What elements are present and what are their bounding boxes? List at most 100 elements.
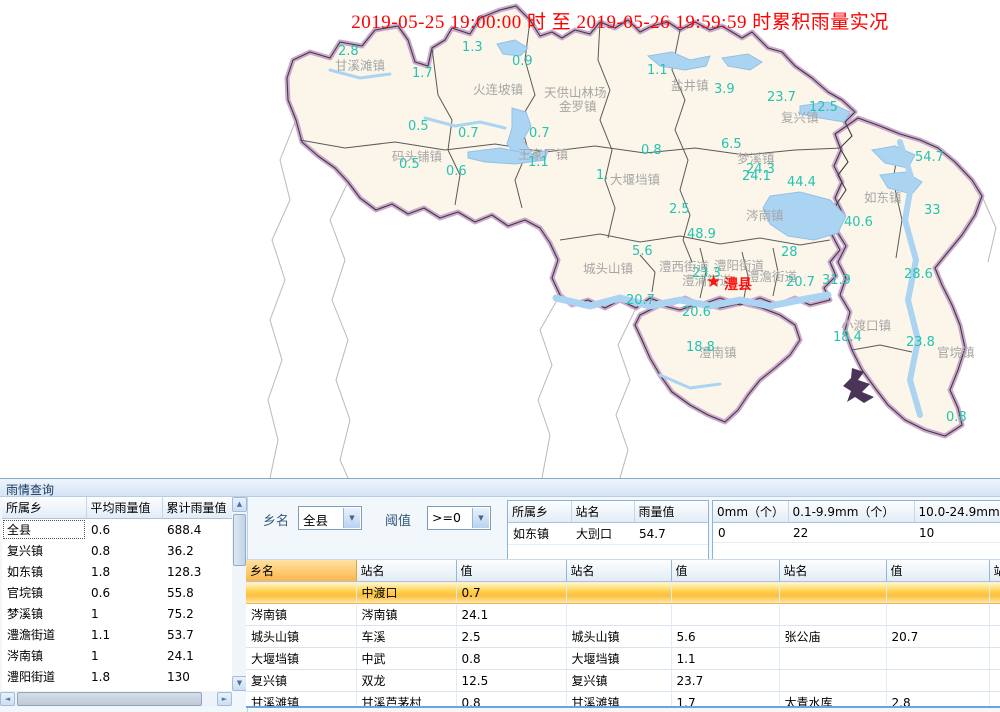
table-cell: 澧澹街道 — [2, 624, 86, 645]
column-header[interactable]: 所属乡 — [508, 501, 571, 523]
map-rain-value: 48.9 — [687, 227, 716, 242]
map-town-label: 涔南镇 — [746, 205, 784, 224]
table-cell — [246, 582, 356, 604]
table-row[interactable]: 城头山镇车溪2.5城头山镇5.6张公庙20.7 — [246, 626, 1000, 648]
column-header[interactable]: 值 — [886, 560, 989, 582]
column-header[interactable]: 平均雨量值 — [86, 497, 162, 519]
column-header[interactable]: 站名 — [989, 560, 1000, 582]
table-cell: 53.7 — [162, 624, 232, 645]
map-rain-value: 3.9 — [714, 82, 735, 97]
table-row[interactable]: 全县0.6688.4 — [2, 519, 232, 541]
column-header[interactable]: 累计雨量值 — [162, 497, 232, 519]
county-star-icon: ★ — [706, 272, 721, 292]
table-row[interactable]: 澧阳街道1.8130 — [2, 666, 232, 687]
table-cell: 0.6 — [86, 519, 162, 541]
map-town-label: 盐井镇 — [671, 75, 709, 94]
table-row[interactable]: 澧澹街道1.153.7 — [2, 624, 232, 645]
table-cell: 张公庙 — [779, 626, 886, 648]
table-cell — [886, 604, 989, 626]
scrollbar-thumb[interactable] — [233, 514, 246, 566]
table-cell — [989, 604, 1000, 626]
map-rain-value: 20.7 — [786, 275, 815, 290]
table-cell: 复兴镇 — [566, 670, 671, 692]
table-row[interactable]: 官垸镇0.655.8 — [2, 582, 232, 603]
chevron-down-icon[interactable]: ▼ — [472, 508, 489, 528]
table-cell: 12.5 — [456, 670, 566, 692]
column-header[interactable]: 站名 — [571, 501, 634, 523]
map-rain-value: 0.7 — [458, 126, 479, 141]
map-rain-value: 0.8 — [946, 410, 967, 425]
scroll-down-icon[interactable]: ▼ — [232, 676, 247, 691]
table-cell: 10 — [914, 523, 1000, 543]
table-cell: 0 — [713, 523, 788, 543]
table-cell: 中渡口 — [356, 582, 456, 604]
scrollbar-thumb[interactable] — [17, 692, 202, 706]
column-header[interactable]: 0mm（个） — [713, 501, 788, 523]
table-cell: 复兴镇 — [2, 540, 86, 561]
summary-table: 所属乡平均雨量值累计雨量值全县0.6688.4复兴镇0.836.2如东镇1.81… — [2, 497, 232, 691]
column-header[interactable]: 值 — [671, 560, 779, 582]
table-cell: 梦溪镇 — [2, 603, 86, 624]
county-name-label: 澧县 — [724, 274, 752, 294]
township-select[interactable]: 全县 ▼ — [298, 506, 362, 530]
table-cell: 涔南镇 — [246, 604, 356, 626]
column-header[interactable]: 10.0-24.9mm（个） — [914, 501, 1000, 523]
map-rain-value: 0.5 — [399, 157, 420, 172]
threshold-select-value: >=0 — [432, 510, 461, 525]
column-header[interactable]: 雨量值 — [634, 501, 708, 523]
table-row[interactable]: 涔南镇124.1 — [2, 645, 232, 666]
column-header[interactable]: 值 — [456, 560, 566, 582]
scroll-right-icon[interactable]: ► — [217, 692, 232, 706]
table-row[interactable]: 中渡口0.7 — [246, 582, 1000, 604]
map-rain-value: 20.7 — [626, 293, 655, 308]
table-cell: 5.6 — [671, 626, 779, 648]
map-town-label: 金罗镇 — [559, 96, 597, 115]
map-rain-value: 0.7 — [529, 126, 550, 141]
column-header[interactable]: 站名 — [356, 560, 456, 582]
table-row[interactable]: 涔南镇涔南镇24.1 — [246, 604, 1000, 626]
table-cell — [779, 582, 886, 604]
table-cell: 1.8 — [86, 561, 162, 582]
table-cell — [779, 604, 886, 626]
table-row[interactable]: 梦溪镇175.2 — [2, 603, 232, 624]
table-cell: 22 — [788, 523, 914, 543]
horizontal-scrollbar[interactable]: ◄ ► — [0, 691, 232, 707]
map-rain-value: 2.5 — [669, 202, 690, 217]
scroll-left-icon[interactable]: ◄ — [0, 692, 15, 706]
table-cell: 24.1 — [162, 645, 232, 666]
table-row[interactable]: 如东镇大剅口54.7 — [508, 523, 708, 545]
column-header[interactable]: 站名 — [566, 560, 671, 582]
column-header[interactable]: 乡名 — [246, 560, 356, 582]
table-cell: 如东镇 — [2, 561, 86, 582]
map-rain-value: 20.6 — [682, 305, 711, 320]
map-rain-value: 33 — [924, 203, 941, 218]
table-cell: 20.7 — [886, 626, 989, 648]
scroll-up-icon[interactable]: ▲ — [232, 497, 247, 512]
table-row[interactable]: 大堰垱镇中武0.8大堰垱镇1.1 — [246, 648, 1000, 670]
map-rain-value: 6.5 — [721, 137, 742, 152]
map-rain-value: 18.8 — [686, 340, 715, 355]
table-cell: 1.1 — [86, 624, 162, 645]
map-rain-value: 2.8 — [338, 44, 359, 59]
table-row[interactable]: 复兴镇双龙12.5复兴镇23.7 — [246, 670, 1000, 692]
threshold-select[interactable]: >=0 ▼ — [427, 506, 491, 530]
table-cell — [989, 626, 1000, 648]
table-row[interactable]: 甘溪滩镇甘溪芦茅村0.8甘溪滩镇1.7太青水库2.8 — [246, 692, 1000, 709]
table-cell — [566, 582, 671, 604]
chevron-down-icon[interactable]: ▼ — [343, 508, 360, 528]
vertical-scrollbar[interactable]: ▲ ▼ — [232, 497, 247, 691]
column-header[interactable]: 0.1-9.9mm（个） — [788, 501, 914, 523]
map-rain-value: 23.8 — [906, 335, 935, 350]
table-cell — [566, 604, 671, 626]
panel-title: 雨情查询 — [0, 479, 1000, 497]
table-row[interactable]: 02210 — [713, 523, 1000, 543]
table-row[interactable]: 如东镇1.8128.3 — [2, 561, 232, 582]
map-rain-value: 1.1 — [647, 63, 668, 78]
column-header[interactable]: 站名 — [779, 560, 886, 582]
column-header[interactable]: 所属乡 — [2, 497, 86, 519]
table-cell — [779, 670, 886, 692]
table-cell — [671, 582, 779, 604]
table-cell: 688.4 — [162, 519, 232, 541]
table-cell: 大堰垱镇 — [566, 648, 671, 670]
table-row[interactable]: 复兴镇0.836.2 — [2, 540, 232, 561]
